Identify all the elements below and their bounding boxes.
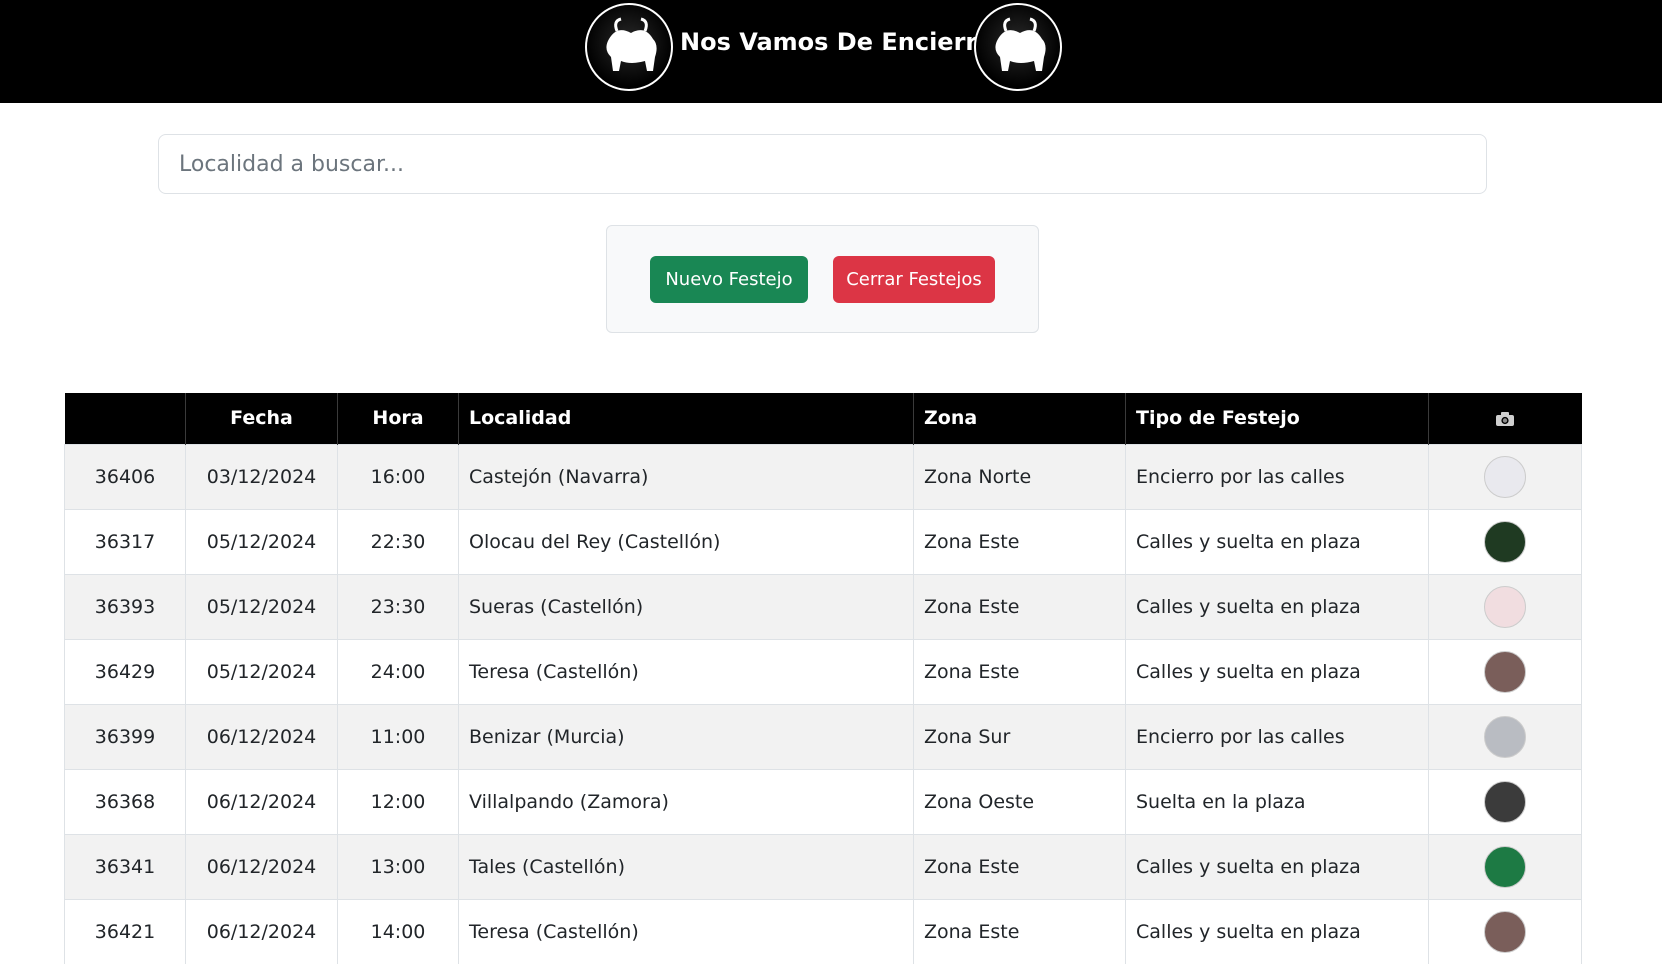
row-zona-cell: Zona Sur bbox=[913, 703, 1126, 769]
row-photo-cell bbox=[1428, 898, 1582, 964]
event-photo-thumbnail[interactable] bbox=[1484, 910, 1526, 953]
row-hora-cell: 12:00 bbox=[337, 768, 459, 834]
table-row[interactable]: 36421 06/12/2024 14:00 Teresa (Castellón) Zo… bbox=[64, 898, 1582, 964]
event-photo-thumbnail[interactable] bbox=[1484, 845, 1526, 888]
column-header-tipo[interactable]: Tipo de Festejo bbox=[1125, 393, 1429, 444]
row-hora-cell: 22:30 bbox=[337, 508, 459, 574]
row-photo-cell bbox=[1428, 443, 1582, 509]
bull-logo-right[interactable] bbox=[974, 3, 1062, 91]
row-localidad-cell: Benizar (Murcia) bbox=[458, 703, 914, 769]
row-zona-cell: Zona Este bbox=[913, 573, 1126, 639]
row-fecha-cell: 06/12/2024 bbox=[185, 703, 338, 769]
row-id-cell: 36429 bbox=[64, 638, 186, 704]
column-header-id bbox=[64, 393, 186, 444]
event-photo-thumbnail[interactable] bbox=[1484, 780, 1526, 823]
row-zona-cell: Zona Norte bbox=[913, 443, 1126, 509]
bull-logo-left[interactable] bbox=[585, 3, 673, 91]
row-id-cell: 36317 bbox=[64, 508, 186, 574]
row-localidad-cell: Tales (Castellón) bbox=[458, 833, 914, 899]
festejos-table-wrapper: Fecha Hora Localidad Zona Tipo de Festej… bbox=[64, 393, 1582, 964]
row-id-cell: 36368 bbox=[64, 768, 186, 834]
row-id-cell: 36341 bbox=[64, 833, 186, 899]
row-hora-cell: 16:00 bbox=[337, 443, 459, 509]
row-photo-cell bbox=[1428, 703, 1582, 769]
event-photo-thumbnail[interactable] bbox=[1484, 650, 1526, 693]
row-hora-cell: 13:00 bbox=[337, 833, 459, 899]
event-photo-thumbnail[interactable] bbox=[1484, 715, 1526, 758]
festejos-table: Fecha Hora Localidad Zona Tipo de Festej… bbox=[64, 393, 1582, 964]
row-localidad-cell: Olocau del Rey (Castellón) bbox=[458, 508, 914, 574]
row-hora-cell: 11:00 bbox=[337, 703, 459, 769]
row-fecha-cell: 06/12/2024 bbox=[185, 833, 338, 899]
table-row[interactable]: 36406 03/12/2024 16:00 Castejón (Navarra) Zo… bbox=[64, 443, 1582, 509]
action-panel: Nuevo Festejo Cerrar Festejos bbox=[606, 225, 1039, 333]
row-zona-cell: Zona Oeste bbox=[913, 768, 1126, 834]
row-tipo-cell: Calles y suelta en plaza bbox=[1125, 638, 1429, 704]
table-row[interactable]: 36341 06/12/2024 13:00 Tales (Castellón) Zon… bbox=[64, 833, 1582, 899]
row-id-cell: 36421 bbox=[64, 898, 186, 964]
row-tipo-cell: Calles y suelta en plaza bbox=[1125, 508, 1429, 574]
camera-icon bbox=[1496, 411, 1515, 426]
search-input[interactable] bbox=[158, 134, 1487, 194]
row-tipo-cell: Encierro por las calles bbox=[1125, 703, 1429, 769]
top-header: Nos Vamos De Encierro bbox=[0, 0, 1662, 103]
row-tipo-cell: Calles y suelta en plaza bbox=[1125, 573, 1429, 639]
bull-icon bbox=[995, 17, 1046, 71]
column-header-fecha[interactable]: Fecha bbox=[185, 393, 338, 444]
row-localidad-cell: Villalpando (Zamora) bbox=[458, 768, 914, 834]
row-fecha-cell: 05/12/2024 bbox=[185, 508, 338, 574]
table-row[interactable]: 36368 06/12/2024 12:00 Villalpando (Zamora)… bbox=[64, 768, 1582, 834]
row-zona-cell: Zona Este bbox=[913, 833, 1126, 899]
row-photo-cell bbox=[1428, 573, 1582, 639]
event-photo-thumbnail[interactable] bbox=[1484, 455, 1526, 498]
row-id-cell: 36393 bbox=[64, 573, 186, 639]
row-localidad-cell: Teresa (Castellón) bbox=[458, 898, 914, 964]
row-fecha-cell: 03/12/2024 bbox=[185, 443, 338, 509]
column-header-photo bbox=[1428, 393, 1582, 444]
table-header-row: Fecha Hora Localidad Zona Tipo de Festej… bbox=[64, 393, 1582, 444]
row-localidad-cell: Castejón (Navarra) bbox=[458, 443, 914, 509]
new-festejo-button[interactable]: Nuevo Festejo bbox=[650, 256, 808, 303]
row-photo-cell bbox=[1428, 638, 1582, 704]
bull-icon bbox=[606, 17, 657, 71]
table-row[interactable]: 36393 05/12/2024 23:30 Sueras (Castellón) Zo… bbox=[64, 573, 1582, 639]
row-id-cell: 36406 bbox=[64, 443, 186, 509]
event-photo-thumbnail[interactable] bbox=[1484, 520, 1526, 563]
row-zona-cell: Zona Este bbox=[913, 638, 1126, 704]
table-row[interactable]: 36317 05/12/2024 22:30 Olocau del Rey (Cast… bbox=[64, 508, 1582, 574]
close-festejos-button[interactable]: Cerrar Festejos bbox=[833, 256, 995, 303]
row-fecha-cell: 06/12/2024 bbox=[185, 898, 338, 964]
column-header-hora[interactable]: Hora bbox=[337, 393, 459, 444]
row-hora-cell: 23:30 bbox=[337, 573, 459, 639]
column-header-localidad[interactable]: Localidad bbox=[458, 393, 914, 444]
table-body: 36406 03/12/2024 16:00 Castejón (Navarra) Zo… bbox=[64, 443, 1582, 964]
site-title: Nos Vamos De Encierro bbox=[680, 28, 994, 56]
row-fecha-cell: 05/12/2024 bbox=[185, 638, 338, 704]
row-tipo-cell: Encierro por las calles bbox=[1125, 443, 1429, 509]
row-photo-cell bbox=[1428, 833, 1582, 899]
row-tipo-cell: Calles y suelta en plaza bbox=[1125, 833, 1429, 899]
row-fecha-cell: 05/12/2024 bbox=[185, 573, 338, 639]
event-photo-thumbnail[interactable] bbox=[1484, 585, 1526, 628]
row-photo-cell bbox=[1428, 508, 1582, 574]
row-id-cell: 36399 bbox=[64, 703, 186, 769]
row-localidad-cell: Teresa (Castellón) bbox=[458, 638, 914, 704]
row-zona-cell: Zona Este bbox=[913, 898, 1126, 964]
row-photo-cell bbox=[1428, 768, 1582, 834]
table-row[interactable]: 36429 05/12/2024 24:00 Teresa (Castellón) Zo… bbox=[64, 638, 1582, 704]
row-hora-cell: 14:00 bbox=[337, 898, 459, 964]
column-header-zona[interactable]: Zona bbox=[913, 393, 1126, 444]
row-tipo-cell: Suelta en la plaza bbox=[1125, 768, 1429, 834]
row-zona-cell: Zona Este bbox=[913, 508, 1126, 574]
row-hora-cell: 24:00 bbox=[337, 638, 459, 704]
row-localidad-cell: Sueras (Castellón) bbox=[458, 573, 914, 639]
row-tipo-cell: Calles y suelta en plaza bbox=[1125, 898, 1429, 964]
row-fecha-cell: 06/12/2024 bbox=[185, 768, 338, 834]
table-row[interactable]: 36399 06/12/2024 11:00 Benizar (Murcia) Zona… bbox=[64, 703, 1582, 769]
